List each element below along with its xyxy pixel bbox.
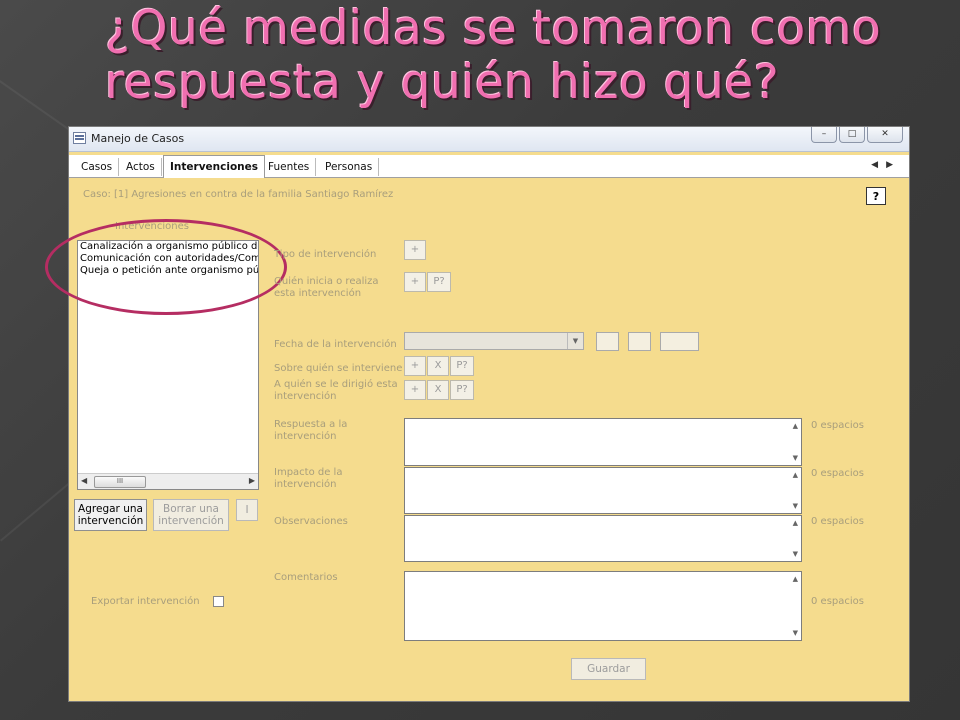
impacto-textarea[interactable]: ▲ ▼ bbox=[404, 467, 802, 514]
fecha-month-box[interactable] bbox=[628, 332, 651, 351]
scroll-down-icon[interactable]: ▼ bbox=[793, 502, 798, 510]
slide-title-line-2: respuesta y quién hizo qué? bbox=[105, 55, 780, 110]
save-button[interactable]: Guardar bbox=[571, 658, 646, 680]
window-title: Manejo de Casos bbox=[91, 132, 185, 145]
respuesta-textarea[interactable]: ▲ ▼ bbox=[404, 418, 802, 466]
a-quien-x-button[interactable]: X bbox=[427, 380, 449, 400]
scroll-down-icon[interactable]: ▼ bbox=[793, 550, 798, 558]
window-controls: – □ ✕ bbox=[811, 127, 903, 143]
app-icon bbox=[73, 132, 86, 144]
scroll-right-icon[interactable]: ▶ bbox=[249, 476, 255, 485]
sobre-quien-label: Sobre quién se interviene bbox=[274, 363, 403, 374]
scroll-up-icon[interactable]: ▲ bbox=[793, 471, 798, 479]
annotation-ellipse bbox=[45, 219, 287, 315]
chevron-down-icon[interactable]: ▼ bbox=[567, 333, 583, 349]
fecha-label: Fecha de la intervención bbox=[274, 339, 397, 350]
vertical-scrollbar[interactable]: ▲ ▼ bbox=[787, 572, 801, 640]
impacto-label: Impacto de la intervención bbox=[274, 467, 343, 490]
tab-scroll-arrows: ◀▶ bbox=[871, 160, 901, 170]
fecha-day-box[interactable] bbox=[596, 332, 619, 351]
quien-inicia-add-button[interactable]: + bbox=[404, 272, 426, 292]
tab-prev-icon[interactable]: ◀ bbox=[871, 160, 886, 170]
vertical-scrollbar[interactable]: ▲ ▼ bbox=[787, 419, 801, 465]
scroll-thumb[interactable]: III bbox=[94, 476, 146, 488]
case-label: Caso: [1] Agresiones en contra de la fam… bbox=[83, 189, 394, 200]
manejo-de-casos-window: Manejo de Casos – □ ✕ Casos Actos Interv… bbox=[45, 126, 910, 702]
tab-intervenciones[interactable]: Intervenciones bbox=[163, 155, 266, 178]
comentarios-textarea[interactable]: ▲ ▼ bbox=[404, 571, 802, 641]
sobre-quien-add-button[interactable]: + bbox=[404, 356, 426, 376]
quien-inicia-label: Quién inicia o realiza esta intervención bbox=[274, 276, 379, 299]
fecha-select[interactable]: ▼ bbox=[404, 332, 584, 350]
exportar-label: Exportar intervención bbox=[91, 596, 200, 607]
info-button[interactable]: I bbox=[236, 499, 258, 521]
tipo-add-button[interactable]: + bbox=[404, 240, 426, 260]
fecha-year-box[interactable] bbox=[660, 332, 699, 351]
sobre-quien-p-button[interactable]: P? bbox=[450, 356, 474, 376]
a-quien-add-button[interactable]: + bbox=[404, 380, 426, 400]
impacto-count: 0 espacios bbox=[811, 468, 864, 479]
respuesta-count: 0 espacios bbox=[811, 420, 864, 431]
maximize-button[interactable]: □ bbox=[839, 127, 865, 143]
vertical-scrollbar[interactable]: ▲ ▼ bbox=[787, 516, 801, 561]
observaciones-count: 0 espacios bbox=[811, 516, 864, 527]
scroll-up-icon[interactable]: ▲ bbox=[793, 519, 798, 527]
window-titlebar: Manejo de Casos – □ ✕ bbox=[69, 127, 909, 152]
scroll-up-icon[interactable]: ▲ bbox=[793, 422, 798, 430]
tab-fuentes[interactable]: Fuentes bbox=[262, 158, 317, 176]
slide-title: ¿Qué medidas se tomaron como respuesta y… bbox=[105, 2, 945, 110]
observaciones-textarea[interactable]: ▲ ▼ bbox=[404, 515, 802, 562]
tab-bar: Casos Actos Intervenciones Fuentes Perso… bbox=[69, 155, 909, 178]
quien-inicia-p-button[interactable]: P? bbox=[427, 272, 451, 292]
horizontal-scrollbar[interactable]: ◀ III ▶ bbox=[78, 473, 258, 489]
tab-casos[interactable]: Casos bbox=[75, 158, 120, 176]
scroll-down-icon[interactable]: ▼ bbox=[793, 454, 798, 462]
comentarios-count: 0 espacios bbox=[811, 596, 864, 607]
a-quien-label: A quién se le dirigió esta intervención bbox=[274, 379, 398, 402]
export-checkbox[interactable] bbox=[213, 596, 224, 607]
delete-intervention-button[interactable]: Borrar una intervención bbox=[153, 499, 229, 531]
slide-title-line-1: ¿Qué medidas se tomaron como bbox=[105, 1, 882, 56]
comentarios-label: Comentarios bbox=[274, 572, 338, 583]
vertical-scrollbar[interactable]: ▲ ▼ bbox=[787, 468, 801, 513]
tab-actos[interactable]: Actos bbox=[120, 158, 162, 176]
observaciones-label: Observaciones bbox=[274, 516, 348, 527]
scroll-down-icon[interactable]: ▼ bbox=[793, 629, 798, 637]
close-button[interactable]: ✕ bbox=[867, 127, 903, 143]
minimize-button[interactable]: – bbox=[811, 127, 837, 143]
tipo-label: Tipo de intervención bbox=[274, 249, 377, 260]
scroll-up-icon[interactable]: ▲ bbox=[793, 575, 798, 583]
respuesta-label: Respuesta a la intervención bbox=[274, 419, 348, 442]
help-button[interactable]: ? bbox=[866, 187, 886, 205]
tab-next-icon[interactable]: ▶ bbox=[886, 160, 901, 170]
tab-personas[interactable]: Personas bbox=[319, 158, 380, 176]
a-quien-p-button[interactable]: P? bbox=[450, 380, 474, 400]
add-intervention-button[interactable]: Agregar una intervención bbox=[74, 499, 147, 531]
scroll-left-icon[interactable]: ◀ bbox=[81, 476, 87, 485]
sobre-quien-x-button[interactable]: X bbox=[427, 356, 449, 376]
